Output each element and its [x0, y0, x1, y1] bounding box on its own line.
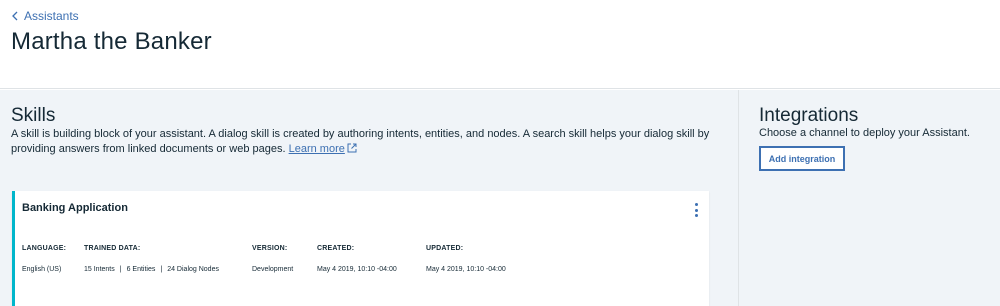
breadcrumb-label: Assistants: [24, 9, 79, 23]
trained-data-value: 15 Intents | 6 Entities | 24 Dialog Nodes: [84, 266, 219, 273]
add-integration-button[interactable]: Add integration: [759, 146, 845, 171]
trained-data-label: TRAINED DATA:: [84, 245, 141, 252]
integrations-description: Choose a channel to deploy your Assistan…: [759, 127, 970, 139]
dialog-nodes-count: 24 Dialog Nodes: [167, 266, 219, 273]
language-label: LANGUAGE:: [22, 245, 67, 252]
separator: |: [160, 266, 163, 273]
version-label: VERSION:: [252, 245, 288, 252]
overflow-dot: [694, 208, 698, 212]
language-column: LANGUAGE: English (US): [22, 245, 66, 273]
skill-card-title: Banking Application: [22, 202, 128, 214]
version-column: VERSION: Development: [252, 245, 293, 273]
overflow-menu-icon[interactable]: [691, 201, 701, 219]
overflow-dot: [694, 214, 698, 217]
version-value: Development: [252, 266, 294, 273]
created-label: CREATED:: [317, 245, 355, 252]
entities-count: 6 Entities: [126, 266, 156, 273]
overflow-dot: [694, 203, 698, 206]
intents-count: 15 Intents: [84, 266, 115, 273]
learn-more-label: Learn more: [288, 143, 345, 155]
learn-more-link[interactable]: Learn more: [289, 143, 357, 155]
skills-description-text: A skill is building block of your assist…: [11, 128, 710, 155]
created-value: May 4 2019, 10:10 -04:00: [317, 266, 397, 273]
separator: |: [119, 266, 122, 273]
trained-data-column: TRAINED DATA: 15 Intents | 6 Entities | 24 D…: [84, 245, 219, 273]
page-header: Assistants Martha the Banker: [0, 0, 1000, 89]
integrations-panel: Integrations Choose a channel to deploy …: [739, 90, 1000, 306]
breadcrumb-assistants[interactable]: Assistants: [11, 9, 79, 23]
language-value: English (US): [22, 266, 62, 273]
skills-description: A skill is building block of your assist…: [11, 127, 726, 157]
updated-value: May 4 2019, 10:10 -04:00: [426, 266, 506, 273]
skill-card-banking-application[interactable]: Banking Application LANGUAGE: English (U…: [12, 191, 709, 306]
skills-heading: Skills: [11, 105, 56, 126]
integrations-heading: Integrations: [759, 105, 859, 126]
updated-label: UPDATED:: [426, 245, 464, 252]
page-title: Martha the Banker: [11, 28, 212, 55]
external-link-icon: [347, 143, 357, 153]
updated-column: UPDATED: May 4 2019, 10:10 -04:00: [426, 245, 506, 273]
chevron-left-icon: [12, 11, 18, 21]
skills-panel: Skills A skill is building block of your…: [0, 90, 738, 306]
created-column: CREATED: May 4 2019, 10:10 -04:00: [317, 245, 397, 273]
